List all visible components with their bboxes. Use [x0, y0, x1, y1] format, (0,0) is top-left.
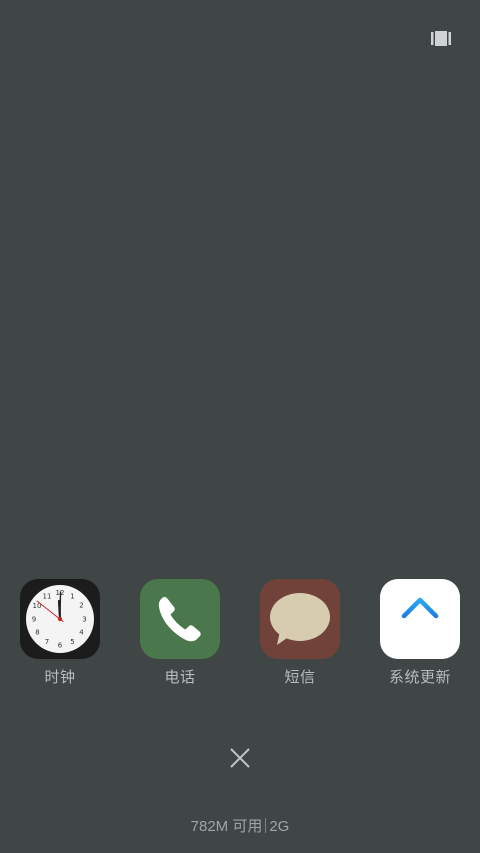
- clock-face-number: 8: [35, 629, 39, 637]
- clock-face-number: 4: [79, 629, 84, 637]
- clock-icon: 12 1 2 3 4 5 6 7 8 9 10 11: [20, 579, 100, 659]
- clock-face-number: 3: [82, 616, 86, 624]
- recent-app-messages[interactable]: 短信: [240, 579, 360, 687]
- recent-app-system-update[interactable]: 系统更新: [360, 579, 480, 687]
- recent-app-phone[interactable]: 电话: [120, 579, 240, 687]
- clear-all-button[interactable]: [225, 743, 255, 773]
- clock-face-number: 7: [45, 638, 49, 646]
- clock-face-number: 2: [79, 602, 83, 610]
- memory-total-text: 2G: [269, 818, 290, 835]
- app-label-messages: 短信: [284, 668, 316, 686]
- clock-face-number: 5: [70, 638, 74, 646]
- up-arrow-icon: [380, 579, 460, 659]
- recent-app-clock[interactable]: 12 1 2 3 4 5 6 7 8 9 10 11: [0, 579, 120, 687]
- clock-face-number: 6: [58, 642, 63, 650]
- message-bubble-icon: [260, 579, 340, 659]
- clock-face-number: 11: [43, 593, 52, 601]
- recent-apps-row: 12 1 2 3 4 5 6 7 8 9 10 11: [0, 579, 480, 689]
- memory-divider: [265, 818, 267, 833]
- app-label-phone: 电话: [164, 668, 196, 686]
- clock-face-number: 9: [32, 616, 36, 624]
- app-label-system-update: 系统更新: [388, 668, 451, 686]
- clock-face-number: 1: [70, 593, 74, 601]
- multi-window-icon: [431, 30, 451, 46]
- phone-icon: [140, 579, 220, 659]
- app-label-clock: 时钟: [44, 668, 76, 686]
- memory-status: 782M 可用 2G: [0, 815, 480, 836]
- multi-window-button[interactable]: [426, 26, 456, 50]
- close-icon: [230, 748, 250, 768]
- memory-free-text: 782M 可用: [190, 818, 263, 835]
